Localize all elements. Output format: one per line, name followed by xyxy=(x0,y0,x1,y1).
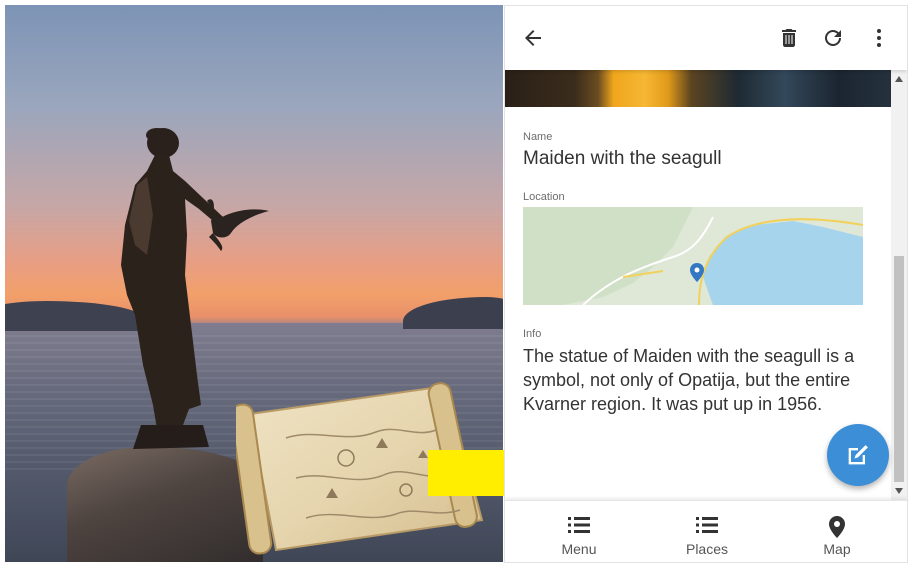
arrow-left-icon xyxy=(525,30,541,46)
nav-places[interactable]: Places xyxy=(647,501,767,562)
name-label: Name xyxy=(523,131,553,143)
edit-fab-button[interactable] xyxy=(827,424,889,486)
scrollbar-thumb[interactable] xyxy=(894,256,904,482)
delete-button[interactable] xyxy=(775,24,803,52)
nav-menu-label: Menu xyxy=(561,541,597,557)
more-vertical-icon xyxy=(877,29,881,47)
location-label: Location xyxy=(523,191,565,203)
rock-pedestal xyxy=(67,447,263,562)
location-map[interactable] xyxy=(523,207,863,305)
refresh-icon xyxy=(825,30,841,46)
phone-app-screen: Name Maiden with the seagull Location In… xyxy=(504,5,908,563)
trash-icon xyxy=(782,29,796,47)
list-icon xyxy=(567,515,591,540)
edit-icon xyxy=(848,445,868,465)
nav-menu[interactable]: Menu xyxy=(519,501,639,562)
nav-places-label: Places xyxy=(685,541,729,557)
info-label: Info xyxy=(523,328,542,340)
scroll-up-icon[interactable] xyxy=(895,76,903,82)
map-pin-icon xyxy=(827,515,847,544)
list-icon xyxy=(695,515,719,540)
scroll-down-icon[interactable] xyxy=(895,488,903,494)
nav-map-label: Map xyxy=(823,541,851,557)
back-button[interactable] xyxy=(519,24,547,52)
app-bar xyxy=(505,6,907,70)
more-options-button[interactable] xyxy=(865,24,893,52)
name-value: Maiden with the seagull xyxy=(523,148,722,169)
nav-map[interactable]: Map xyxy=(777,501,897,562)
vertical-scrollbar[interactable] xyxy=(891,70,907,500)
bottom-navigation: Menu Places Map xyxy=(505,500,907,562)
info-text: The statue of Maiden with the seagull is… xyxy=(523,346,855,414)
place-photo-banner xyxy=(505,70,893,107)
refresh-button[interactable] xyxy=(819,24,847,52)
mountain-right xyxy=(403,297,503,329)
